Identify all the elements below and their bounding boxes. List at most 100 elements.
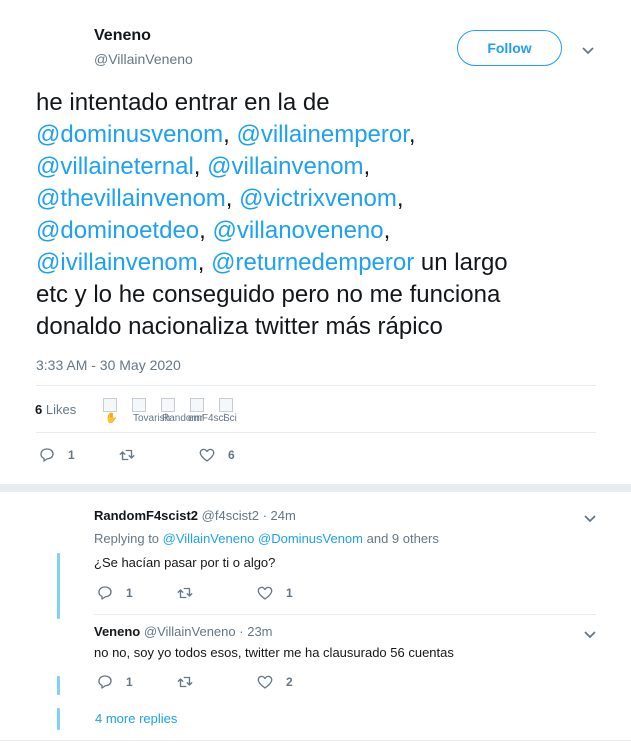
replying-prefix: Replying to	[94, 531, 163, 546]
tweet-text-segment: un largo	[414, 249, 508, 276]
tweet-text-segment: he intentado entrar en la de	[36, 89, 330, 116]
replying-user-link[interactable]: @DominusVenom	[258, 531, 363, 546]
mention-link[interactable]: @returnedemperor	[211, 249, 414, 276]
heart-icon	[257, 586, 273, 600]
tweet-text-segment: ,	[225, 185, 240, 212]
like-count: 6	[228, 448, 235, 462]
tweet-text-line: donaldo nacionaliza twitter más rápico	[36, 311, 616, 343]
tweet-text-segment: ,	[408, 121, 416, 148]
reply-text: ¿Se hacían pasar por ti o algo?	[94, 555, 276, 570]
retweet-icon	[177, 587, 193, 599]
like-action[interactable]: 1	[256, 584, 293, 602]
heart-icon	[199, 448, 215, 462]
tweet-timestamp[interactable]: 3:33 AM - 30 May 2020	[36, 357, 181, 373]
mention-link[interactable]: @villaineternal	[36, 153, 194, 180]
replying-suffix[interactable]: and 9 others	[363, 531, 439, 546]
tweet-text-line: @dominoetdeo, @villanoveneno,	[36, 215, 616, 247]
mention-link[interactable]: @villainvenom	[207, 153, 363, 180]
retweet-icon	[177, 676, 193, 688]
tweet-text-segment: ,	[197, 249, 212, 276]
liker-avatar[interactable]	[219, 398, 233, 412]
liker-avatar[interactable]	[132, 398, 146, 412]
chevron-down-icon[interactable]	[583, 627, 597, 645]
more-replies-link[interactable]: 4 more replies	[95, 711, 177, 726]
like-action[interactable]: 6	[198, 446, 235, 464]
section-divider	[0, 484, 631, 492]
tweet-text-line: @villaineternal, @villainvenom,	[36, 151, 616, 183]
liker-name: Sci	[223, 413, 237, 424]
like-count: 1	[286, 586, 293, 600]
divider	[0, 740, 631, 741]
mention-link[interactable]: @villainemperor	[236, 121, 408, 148]
likers-list[interactable]: ✋ Tovarish Randomr emF4sci Sci	[103, 398, 253, 428]
mention-link[interactable]: @dominusvenom	[36, 121, 223, 148]
reply-author-handle[interactable]: @VillainVeneno	[144, 624, 236, 639]
chevron-down-icon[interactable]	[581, 43, 595, 61]
liker-avatar[interactable]	[103, 398, 117, 412]
likes-count: 6	[35, 402, 43, 417]
tweet-text-line: @dominusvenom, @villainemperor,	[36, 119, 616, 151]
likes-label: Likes	[45, 402, 77, 417]
reply-action[interactable]: 1	[38, 446, 75, 464]
tweet-text-line: @thevillainvenom, @victrixvenom,	[36, 183, 616, 215]
retweet-action[interactable]	[118, 446, 148, 464]
reply-time[interactable]: 23m	[247, 624, 272, 639]
heart-icon	[257, 675, 273, 689]
likes-stat[interactable]: 6 Likes	[35, 402, 76, 417]
divider	[36, 432, 596, 433]
separator: ·	[262, 508, 267, 523]
reply-header: RandomF4scist2 @f4scist2 · 24m	[94, 508, 296, 523]
replying-to: Replying to @VillainVeneno @DominusVenom…	[94, 531, 439, 546]
tweet-text-line: @ivillainvenom, @returnedemperor un larg…	[36, 247, 616, 279]
author-handle[interactable]: @VillainVeneno	[94, 51, 193, 67]
mention-link[interactable]: @thevillainvenom	[36, 185, 226, 212]
divider	[94, 614, 596, 615]
reply-time[interactable]: 24m	[271, 508, 296, 523]
mention-link[interactable]: @ivillainvenom	[36, 249, 198, 276]
liker-name: emF4sci	[188, 413, 226, 424]
reply-author-name[interactable]: Veneno	[94, 624, 140, 639]
follow-button[interactable]: Follow	[457, 30, 562, 66]
reply-count: 1	[126, 675, 133, 689]
tweet-text-segment: ,	[193, 153, 208, 180]
tweet-text-segment: donaldo nacionaliza twitter más rápico	[36, 313, 443, 340]
separator: ·	[239, 624, 244, 639]
retweet-action[interactable]	[176, 584, 206, 602]
like-action[interactable]: 2	[256, 673, 293, 691]
author-name[interactable]: Veneno	[94, 27, 151, 45]
reply-icon	[40, 448, 54, 462]
like-count: 2	[286, 675, 293, 689]
thread-line	[57, 708, 60, 730]
reply-author-name[interactable]: RandomF4scist2	[94, 508, 198, 523]
mention-link[interactable]: @dominoetdeo	[36, 217, 199, 244]
divider	[36, 385, 596, 386]
tweet-text-segment: ,	[383, 217, 391, 244]
reply-count: 1	[68, 448, 75, 462]
replying-user-link[interactable]: @VillainVeneno	[163, 531, 255, 546]
tweet-text-segment: ,	[199, 217, 213, 244]
tweet-text-segment: ,	[396, 185, 404, 212]
retweet-icon	[119, 449, 135, 461]
mention-link[interactable]: @villanoveneno	[212, 217, 383, 244]
tweet-text: he intentado entrar en la de @dominusveno…	[36, 87, 616, 343]
reply-text: no no, soy yo todos esos, twitter me ha …	[94, 645, 454, 660]
liker-avatar[interactable]	[190, 398, 204, 412]
thread-line	[57, 553, 60, 619]
retweet-action[interactable]	[176, 673, 206, 691]
reply-action[interactable]: 1	[96, 673, 133, 691]
reply-action[interactable]: 1	[96, 584, 133, 602]
tweet-text-segment: ,	[223, 121, 237, 148]
thread-line	[57, 676, 60, 695]
tweet-text-line: etc y lo he conseguido pero no me funcio…	[36, 279, 616, 311]
reply-icon	[98, 586, 112, 600]
reply-author-handle[interactable]: @f4scist2	[202, 508, 259, 523]
mention-link[interactable]: @victrixvenom	[239, 185, 397, 212]
reply-count: 1	[126, 586, 133, 600]
liker-avatar[interactable]	[161, 398, 175, 412]
tweet-text-line: he intentado entrar en la de	[36, 87, 616, 119]
hand-icon: ✋	[105, 413, 118, 424]
liker-name: ✋	[105, 413, 117, 424]
reply-icon	[98, 675, 112, 689]
tweet-text-segment: etc y lo he conseguido pero no me funcio…	[36, 281, 501, 308]
chevron-down-icon[interactable]	[583, 511, 597, 529]
